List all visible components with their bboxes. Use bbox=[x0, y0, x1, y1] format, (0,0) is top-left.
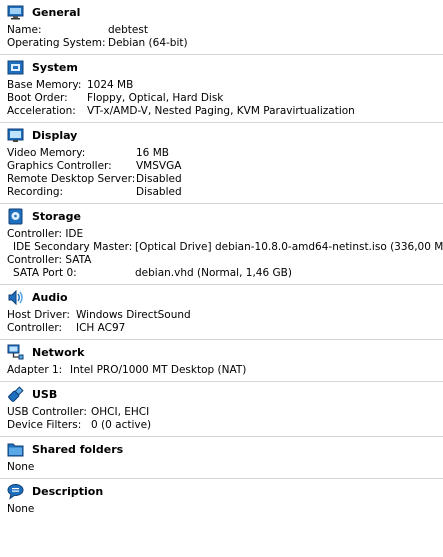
network-icon bbox=[7, 344, 24, 361]
storage-title: Storage bbox=[32, 209, 81, 223]
system-header[interactable]: System bbox=[0, 55, 443, 79]
shared-folders-value: None bbox=[7, 461, 35, 473]
row-label: Adapter 1: bbox=[7, 364, 63, 376]
section-general: General Name: debtest Operating System: … bbox=[0, 0, 443, 55]
section-audio: Audio Host Driver: Windows DirectSound C… bbox=[0, 285, 443, 340]
row-value: 1024 MB bbox=[87, 79, 134, 91]
storage-row-ide-secondary-master[interactable]: IDE Secondary Master: [Optical Drive] de… bbox=[7, 241, 443, 254]
system-row-boot-order: Boot Order: Floppy, Optical, Hard Disk bbox=[7, 92, 443, 105]
row-value: Disabled bbox=[136, 173, 182, 185]
network-row-adapter-1[interactable]: Adapter 1: Intel PRO/1000 MT Desktop (NA… bbox=[7, 364, 443, 377]
section-shared-folders: Shared folders None bbox=[0, 437, 443, 479]
folder-icon bbox=[7, 441, 24, 458]
row-label: IDE Secondary Master: bbox=[13, 241, 133, 253]
description-value: None bbox=[7, 503, 35, 515]
storage-row-controller-sata: Controller: SATA bbox=[7, 254, 443, 267]
row-label: Video Memory: bbox=[7, 147, 86, 159]
row-value: debian.vhd (Normal, 1,46 GB) bbox=[135, 267, 292, 279]
row-value: 0 (0 active) bbox=[91, 419, 152, 431]
row-value: Floppy, Optical, Hard Disk bbox=[87, 92, 224, 104]
storage-row-sata-port-0[interactable]: SATA Port 0: debian.vhd (Normal, 1,46 GB… bbox=[7, 267, 443, 280]
row-label: Recording: bbox=[7, 186, 64, 198]
description-header[interactable]: Description bbox=[0, 479, 443, 503]
usb-title: USB bbox=[32, 387, 58, 401]
row-value: VMSVGA bbox=[136, 160, 182, 172]
row-label: Device Filters: bbox=[7, 419, 82, 431]
storage-header[interactable]: Storage bbox=[0, 204, 443, 228]
section-network: Network Adapter 1: Intel PRO/1000 MT Des… bbox=[0, 340, 443, 382]
display-row-recording: Recording: Disabled bbox=[7, 186, 443, 199]
row-label: Base Memory: bbox=[7, 79, 82, 91]
monitor-icon bbox=[7, 4, 24, 21]
audio-row-host-driver: Host Driver: Windows DirectSound bbox=[7, 309, 443, 322]
row-label: SATA Port 0: bbox=[13, 267, 77, 279]
network-header[interactable]: Network bbox=[0, 340, 443, 364]
storage-row-controller-ide: Controller: IDE bbox=[7, 228, 443, 241]
row-label: Host Driver: bbox=[7, 309, 70, 321]
row-value: Debian (64-bit) bbox=[108, 37, 188, 49]
row-value: [Optical Drive] debian-10.8.0-amd64-neti… bbox=[135, 241, 443, 253]
shared-folders-title: Shared folders bbox=[32, 442, 124, 456]
section-display: Display Video Memory: 16 MB Graphics Con… bbox=[0, 123, 443, 204]
section-storage: Storage Controller: IDE IDE Secondary Ma… bbox=[0, 204, 443, 285]
audio-row-controller: Controller: ICH AC97 bbox=[7, 322, 443, 335]
row-value: ICH AC97 bbox=[76, 322, 126, 334]
display-title: Display bbox=[32, 128, 78, 142]
section-system: System Base Memory: 1024 MB Boot Order: … bbox=[0, 55, 443, 123]
section-usb: USB USB Controller: OHCI, EHCI Device Fi… bbox=[0, 382, 443, 437]
row-label: Controller: IDE bbox=[7, 228, 84, 240]
speech-bubble-icon bbox=[7, 483, 24, 500]
row-value: VT-x/AMD-V, Nested Paging, KVM Paravirtu… bbox=[87, 105, 355, 117]
row-label: USB Controller: bbox=[7, 406, 87, 418]
usb-row-controller: USB Controller: OHCI, EHCI bbox=[7, 406, 443, 419]
display-row-graphics-controller: Graphics Controller: VMSVGA bbox=[7, 160, 443, 173]
row-label: Controller: bbox=[7, 322, 63, 334]
row-label: Controller: SATA bbox=[7, 254, 92, 266]
storage-icon bbox=[7, 208, 24, 225]
section-description: Description None bbox=[0, 479, 443, 520]
row-value: debtest bbox=[108, 24, 148, 36]
row-value: OHCI, EHCI bbox=[91, 406, 150, 418]
row-label: Acceleration: bbox=[7, 105, 76, 117]
row-label: Remote Desktop Server: bbox=[7, 173, 136, 185]
usb-header[interactable]: USB bbox=[0, 382, 443, 406]
general-header[interactable]: General bbox=[0, 0, 443, 24]
display-row-remote-desktop: Remote Desktop Server: Disabled bbox=[7, 173, 443, 186]
usb-row-device-filters: Device Filters: 0 (0 active) bbox=[7, 419, 443, 432]
general-title: General bbox=[32, 5, 81, 19]
row-label: Boot Order: bbox=[7, 92, 68, 104]
chip-icon bbox=[7, 59, 24, 76]
row-label: Graphics Controller: bbox=[7, 160, 112, 172]
general-row-os: Operating System: Debian (64-bit) bbox=[7, 37, 443, 50]
row-label: Operating System: bbox=[7, 37, 106, 49]
description-title: Description bbox=[32, 484, 104, 498]
network-title: Network bbox=[32, 345, 85, 359]
speaker-icon bbox=[7, 289, 24, 306]
display-header[interactable]: Display bbox=[0, 123, 443, 147]
audio-title: Audio bbox=[32, 290, 68, 304]
row-label: Name: bbox=[7, 24, 42, 36]
row-value: Disabled bbox=[136, 186, 182, 198]
system-title: System bbox=[32, 60, 78, 74]
display-row-video-memory: Video Memory: 16 MB bbox=[7, 147, 443, 160]
system-row-acceleration: Acceleration: VT-x/AMD-V, Nested Paging,… bbox=[7, 105, 443, 118]
usb-icon bbox=[7, 385, 24, 403]
audio-header[interactable]: Audio bbox=[0, 285, 443, 309]
row-value: Intel PRO/1000 MT Desktop (NAT) bbox=[70, 364, 247, 376]
row-value: Windows DirectSound bbox=[76, 309, 191, 321]
display-icon bbox=[7, 127, 24, 144]
general-row-name: Name: debtest bbox=[7, 24, 443, 37]
system-row-memory: Base Memory: 1024 MB bbox=[7, 79, 443, 92]
row-value: 16 MB bbox=[136, 147, 169, 159]
shared-folders-header[interactable]: Shared folders bbox=[0, 437, 443, 461]
